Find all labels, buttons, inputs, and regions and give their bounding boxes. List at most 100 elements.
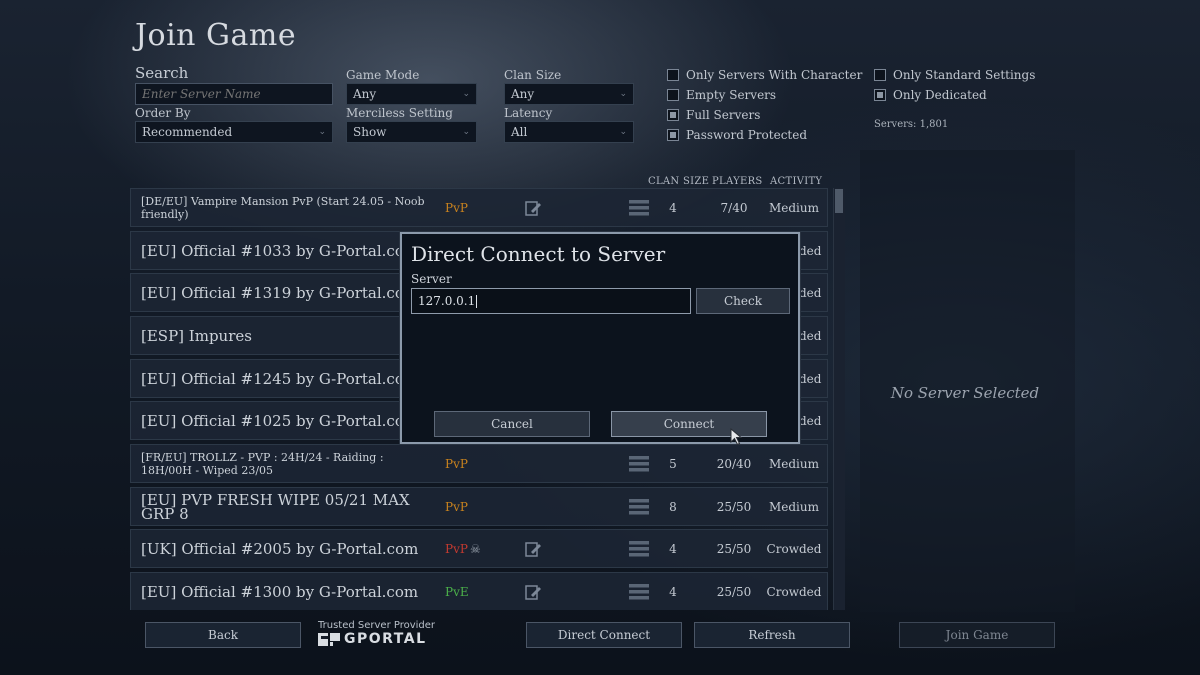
checkbox-box[interactable] [874, 89, 886, 101]
check-button[interactable]: Check [696, 288, 790, 314]
order-by-value: Recommended [142, 125, 233, 139]
game-mode: PvP [445, 500, 468, 514]
game-mode: PvP [445, 542, 468, 556]
refresh-button[interactable]: Refresh [694, 622, 850, 648]
latency-select[interactable]: All ⌄ [504, 121, 634, 143]
server-name: [EU] Official #1033 by G-Portal.com [141, 241, 419, 260]
list-icon [629, 584, 649, 600]
no-server-selected-text: No Server Selected [890, 384, 1040, 402]
checkbox-label: Only Standard Settings [893, 68, 1036, 82]
server-name: [FR/EU] TROLLZ - PVP : 24H/24 - Raiding … [141, 450, 384, 477]
game-mode-select[interactable]: Any ⌄ [346, 83, 477, 105]
checkbox-only-standard-settings[interactable]: Only Standard Settings [874, 68, 1035, 82]
list-icon [629, 456, 649, 472]
checkbox-label: Only Dedicated [893, 88, 987, 102]
checkbox-full-servers[interactable]: Full Servers [667, 108, 760, 122]
server-address-input[interactable]: 127.0.0.1 [411, 288, 691, 314]
table-row[interactable]: [DE/EU] Vampire Mansion PvP (Start 24.05… [130, 188, 828, 227]
order-by-label: Order By [135, 106, 191, 120]
column-header-activity[interactable]: ACTIVITY [770, 176, 822, 187]
list-icon [629, 200, 649, 216]
clan-size-select[interactable]: Any ⌄ [504, 83, 634, 105]
checkbox-empty-servers[interactable]: Empty Servers [667, 88, 776, 102]
chevron-down-icon: ⌄ [462, 89, 470, 99]
checkbox-box[interactable] [667, 69, 679, 81]
chevron-down-icon: ⌄ [462, 127, 470, 137]
latency-value: All [511, 125, 528, 139]
direct-connect-button[interactable]: Direct Connect [526, 622, 682, 648]
server-name: [EU] Official #1319 by G-Portal.com [141, 283, 419, 302]
chevron-down-icon: ⌄ [318, 127, 326, 137]
game-mode-value: Any [353, 87, 377, 101]
server-details-panel [860, 150, 1075, 612]
server-name: [EU] Official #1245 by G-Portal.com [141, 369, 419, 388]
merciless-select[interactable]: Show ⌄ [346, 121, 477, 143]
players: 25/50 [716, 585, 752, 599]
back-button[interactable]: Back [145, 622, 301, 648]
clan-size-value: Any [511, 87, 535, 101]
trusted-provider-label: Trusted Server Provider [318, 620, 436, 631]
table-row[interactable]: [EU] PVP FRESH WIPE 05/21 MAX GRP 8 PvP … [130, 487, 828, 526]
direct-connect-dialog: Direct Connect to Server Server 127.0.0.… [400, 232, 800, 444]
edit-notes-icon [525, 585, 541, 600]
skull-icon: ☠ [470, 542, 481, 556]
server-name: [UK] Official #2005 by G-Portal.com [141, 539, 419, 558]
server-name: [DE/EU] Vampire Mansion PvP (Start 24.05… [141, 194, 425, 221]
checkbox-box[interactable] [667, 89, 679, 101]
merciless-value: Show [353, 125, 387, 139]
checkbox-only-dedicated[interactable]: Only Dedicated [874, 88, 987, 102]
dialog-title: Direct Connect to Server [411, 242, 666, 266]
search-input[interactable] [135, 83, 333, 105]
text-caret [476, 295, 478, 308]
clan-size-label: Clan Size [504, 68, 562, 82]
column-header-players[interactable]: PLAYERS [712, 176, 763, 187]
latency-label: Latency [504, 106, 553, 120]
scrollbar-thumb[interactable] [835, 189, 843, 213]
server-name: [EU] Official #1300 by G-Portal.com [141, 582, 419, 601]
table-row[interactable]: [EU] Official #1300 by G-Portal.com PvE … [130, 572, 828, 610]
checkbox-label: Full Servers [686, 108, 761, 122]
activity: Medium [768, 201, 819, 215]
search-label: Search [135, 64, 189, 82]
edit-notes-icon [525, 542, 541, 557]
table-row[interactable]: [UK] Official #2005 by G-Portal.com PvP … [130, 529, 828, 568]
players: 25/50 [716, 542, 752, 556]
checkbox-box[interactable] [667, 129, 679, 141]
game-mode: PvE [445, 585, 469, 599]
checkbox-only-servers-with-character[interactable]: Only Servers With Character [667, 68, 862, 82]
server-list-scrollbar[interactable] [833, 188, 845, 610]
merciless-label: Merciless Setting [346, 106, 453, 120]
activity: Crowded [766, 542, 822, 556]
activity: Crowded [766, 585, 822, 599]
server-address-value: 127.0.0.1 [418, 294, 476, 308]
checkbox-password-protected[interactable]: Password Protected [667, 128, 807, 142]
checkbox-box[interactable] [667, 109, 679, 121]
join-game-button[interactable]: Join Game [899, 622, 1055, 648]
game-mode-label: Game Mode [346, 68, 420, 82]
players: 20/40 [716, 457, 752, 471]
clan-size: 4 [669, 542, 677, 556]
clan-size: 8 [669, 500, 677, 514]
checkbox-label: Only Servers With Character [686, 68, 863, 82]
mouse-cursor-icon [730, 428, 743, 446]
checkbox-label: Password Protected [686, 128, 808, 142]
game-mode: PvP [445, 201, 468, 215]
activity: Medium [768, 500, 819, 514]
column-header-clan-size[interactable]: CLAN SIZE [648, 176, 709, 187]
order-by-select[interactable]: Recommended ⌄ [135, 121, 333, 143]
table-row[interactable]: [FR/EU] TROLLZ - PVP : 24H/24 - Raiding … [130, 444, 828, 483]
chevron-down-icon: ⌄ [619, 127, 627, 137]
gportal-wordmark: GPORTAL [344, 631, 427, 647]
page-title: Join Game [135, 18, 297, 53]
players: 25/50 [716, 500, 752, 514]
activity: Medium [768, 457, 819, 471]
gportal-logo: GPORTAL [318, 631, 427, 647]
list-icon [629, 541, 649, 557]
cancel-button[interactable]: Cancel [434, 411, 590, 437]
server-name: [ESP] Impures [141, 326, 252, 345]
server-name: [EU] Official #1025 by G-Portal.com [141, 411, 419, 430]
gportal-logo-icon [318, 632, 340, 646]
chevron-down-icon: ⌄ [619, 89, 627, 99]
checkbox-box[interactable] [874, 69, 886, 81]
servers-count: Servers: 1,801 [874, 119, 949, 130]
